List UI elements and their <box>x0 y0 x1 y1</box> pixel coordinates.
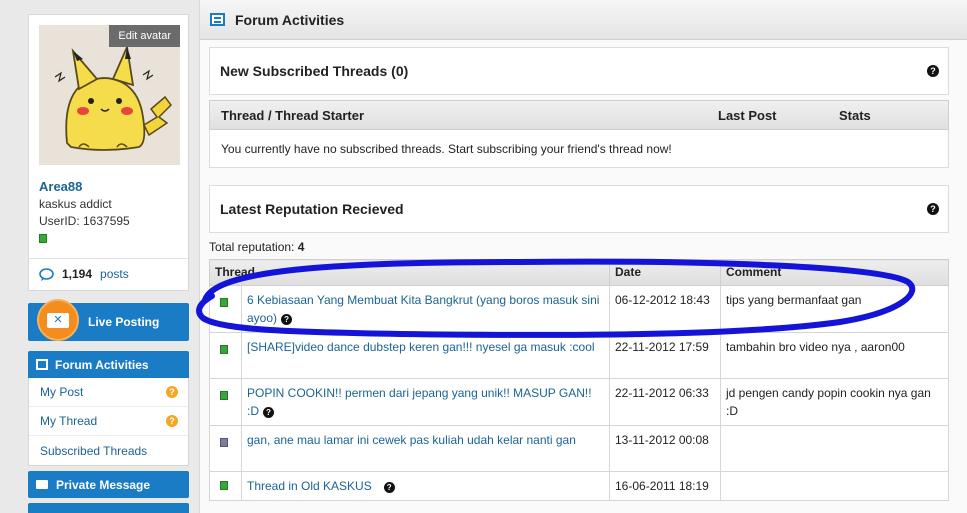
user-rank: kaskus addict <box>39 197 112 211</box>
user-id: UserID: 1637595 <box>39 214 130 228</box>
subscribed-table-header: Thread / Thread Starter Last Post Stats <box>209 100 949 130</box>
table-row: [SHARE]video dance dubstep keren gan!!! … <box>209 332 949 379</box>
column-last-post: Last Post <box>718 108 777 123</box>
forum-activities-header[interactable]: Forum Activities <box>28 351 189 378</box>
live-posting-button[interactable]: ✕ Live Posting <box>28 299 189 341</box>
reputation-date: 13-11-2012 00:08 <box>609 425 721 472</box>
username-link[interactable]: Area88 <box>39 179 178 194</box>
total-reputation-value: 4 <box>297 240 305 254</box>
help-icon[interactable]: ? <box>166 415 178 427</box>
column-thread: Thread <box>209 259 610 286</box>
chat-bubble-icon <box>39 267 54 281</box>
sidebar-item-label: Subscribed Threads <box>40 443 148 458</box>
thread-link[interactable]: [SHARE]video dance dubstep keren gan!!! … <box>247 340 595 354</box>
help-icon[interactable]: ? <box>383 482 395 493</box>
subscribed-threads-panel: New Subscribed Threads (0) ? <box>209 47 949 95</box>
reputation-date: 22-11-2012 06:33 <box>609 378 721 426</box>
thread-link[interactable]: gan, ane mau lamar ini cewek pas kuliah … <box>247 433 576 447</box>
forum-activities-menu: My Post ? My Thread ? Subscribed Threads <box>28 378 189 466</box>
help-icon[interactable]: ? <box>927 65 939 77</box>
status-icon <box>220 481 228 490</box>
reputation-comment <box>720 425 949 472</box>
sidebar-item-subscribed-threads[interactable]: Subscribed Threads <box>29 436 188 465</box>
subscribed-threads-title: New Subscribed Threads (0) <box>220 63 409 79</box>
reputation-date: 22-11-2012 17:59 <box>609 332 721 379</box>
help-icon[interactable]: ? <box>927 203 939 215</box>
column-thread-starter: Thread / Thread Starter <box>221 108 365 123</box>
total-reputation: Total reputation: 4 <box>209 240 304 254</box>
table-row: Thread in Old KASKUS? 16-06-2011 18:19 <box>209 471 949 501</box>
help-icon[interactable]: ? <box>166 386 178 398</box>
posts-row[interactable]: 1,194 posts <box>29 258 188 290</box>
forum-activities-label: Forum Activities <box>55 357 149 372</box>
reputation-date: 16-06-2011 18:19 <box>609 471 721 501</box>
list-icon <box>36 359 48 370</box>
forum-activities-icon <box>210 13 225 26</box>
column-comment: Comment <box>720 259 949 286</box>
profile-card: Edit avatar Area88 kaskus addict UserID:… <box>28 14 189 291</box>
subscribed-empty-message: You currently have no subscribed threads… <box>209 130 949 168</box>
envelope-icon <box>36 480 48 489</box>
help-icon[interactable]: ? <box>281 314 293 325</box>
reputation-title: Latest Reputation Recieved <box>220 201 404 217</box>
thread-link[interactable]: 6 Kebiasaan Yang Membuat Kita Bangkrut (… <box>247 293 599 325</box>
column-date: Date <box>609 259 721 286</box>
avatar[interactable]: Edit avatar <box>39 25 180 165</box>
reputation-date: 06-12-2012 18:43 <box>609 285 721 333</box>
help-icon[interactable]: ? <box>263 407 274 418</box>
status-icon <box>220 298 228 307</box>
sidebar: Edit avatar Area88 kaskus addict UserID:… <box>28 14 189 513</box>
next-menu-button[interactable] <box>28 503 189 513</box>
reputation-comment <box>720 471 949 501</box>
page-title: Forum Activities <box>235 11 345 28</box>
total-reputation-label: Total reputation: <box>209 240 295 254</box>
reputation-table: Thread Date Comment 6 Kebiasaan Yang Mem… <box>209 259 949 501</box>
column-stats: Stats <box>839 108 871 123</box>
thread-link[interactable]: Thread in Old KASKUS <box>247 479 372 493</box>
status-icon <box>220 438 228 447</box>
sidebar-item-label: My Post <box>40 385 84 399</box>
reputation-comment: tambahin bro video nya , aaron00 <box>720 332 949 379</box>
sidebar-item-my-thread[interactable]: My Thread ? <box>29 407 188 436</box>
reputation-comment: jd pengen candy popin cookin nya gan :D <box>720 378 949 426</box>
table-row: POPIN COOKIN!! permen dari jepang yang u… <box>209 378 949 426</box>
reputation-comment: tips yang bermanfaat gan <box>720 285 949 333</box>
reputation-panel: Latest Reputation Recieved ? <box>209 185 949 233</box>
main-content: Forum Activities New Subscribed Threads … <box>199 0 967 513</box>
table-row: gan, ane mau lamar ini cewek pas kuliah … <box>209 425 949 472</box>
online-status-icon <box>39 234 47 243</box>
page-header: Forum Activities <box>200 0 967 40</box>
posts-link[interactable]: posts <box>100 267 129 281</box>
table-row: 6 Kebiasaan Yang Membuat Kita Bangkrut (… <box>209 285 949 333</box>
post-count: 1,194 <box>62 267 93 281</box>
private-message-label: Private Message <box>56 477 151 492</box>
sidebar-item-my-post[interactable]: My Post ? <box>29 378 188 407</box>
edit-avatar-button[interactable]: Edit avatar <box>109 25 180 47</box>
status-icon <box>220 345 228 354</box>
live-posting-label: Live Posting <box>88 315 160 329</box>
status-icon <box>220 391 228 400</box>
thread-link[interactable]: POPIN COOKIN!! permen dari jepang yang u… <box>247 386 592 418</box>
live-posting-icon: ✕ <box>37 299 79 341</box>
private-message-button[interactable]: Private Message <box>28 471 189 498</box>
sidebar-item-label: My Thread <box>40 414 98 428</box>
